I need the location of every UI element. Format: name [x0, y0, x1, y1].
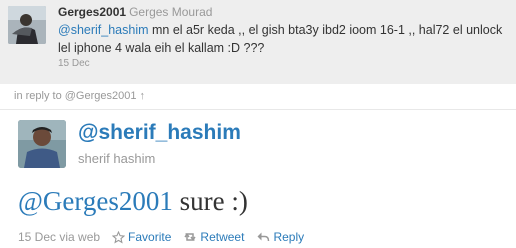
parent-mention-link[interactable]: @sherif_hashim — [58, 23, 149, 37]
in-reply-prefix: in reply to — [14, 90, 65, 102]
star-icon — [112, 230, 126, 243]
parent-tweet: Gerges2001 Gerges Mourad @sherif_hashim m… — [0, 0, 516, 84]
tweet-text: @Gerges2001 sure :) — [18, 185, 248, 217]
author-full-name: sherif hashim — [78, 151, 156, 166]
in-reply-to: in reply to @Gerges2001 ↑ — [14, 90, 145, 102]
reply-button[interactable]: Reply — [256, 229, 304, 245]
parent-tweet-body: Gerges2001 Gerges Mourad @sherif_hashim m… — [58, 4, 508, 69]
author-avatar-image — [18, 120, 66, 168]
divider — [0, 109, 516, 110]
tweet-text-body: sure :) — [172, 186, 248, 216]
favorite-label: Favorite — [128, 230, 172, 244]
in-reply-link[interactable]: @Gerges2001 — [65, 90, 137, 102]
parent-avatar-image — [8, 6, 46, 44]
parent-screen-name[interactable]: Gerges2001 — [58, 5, 126, 19]
tweet-timestamp[interactable]: 15 Dec via web — [18, 229, 100, 245]
retweet-label: Retweet — [200, 230, 245, 244]
parent-avatar[interactable] — [8, 6, 46, 44]
retweet-button[interactable]: Retweet — [183, 229, 244, 245]
reply-icon — [257, 232, 270, 242]
parent-tweet-header: Gerges2001 Gerges Mourad — [58, 4, 508, 20]
favorite-button[interactable]: Favorite — [112, 229, 171, 245]
parent-tweet-text: @sherif_hashim mn el a5r keda ,, el gish… — [58, 21, 508, 57]
author-avatar[interactable] — [18, 120, 66, 168]
tweet-permalink: Gerges2001 Gerges Mourad @sherif_hashim m… — [0, 0, 516, 248]
tweet-actions: 15 Dec via web Favorite Retweet Reply — [18, 229, 304, 245]
up-arrow-icon[interactable]: ↑ — [140, 90, 146, 102]
author-screen-name[interactable]: @sherif_hashim — [78, 121, 241, 145]
parent-tweet-date[interactable]: 15 Dec — [58, 58, 508, 69]
parent-full-name: Gerges Mourad — [129, 5, 213, 19]
tweet-mention-link[interactable]: @Gerges2001 — [18, 186, 173, 216]
reply-label: Reply — [273, 230, 305, 244]
retweet-icon — [184, 233, 196, 241]
